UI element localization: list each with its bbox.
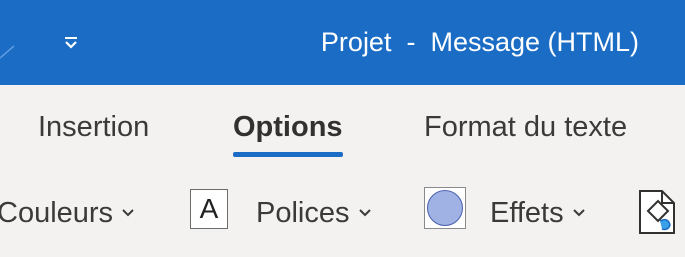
title-bar: Projet - Message (HTML) xyxy=(0,0,685,85)
chevron-down-icon xyxy=(121,208,135,218)
tab-insertion[interactable]: Insertion xyxy=(38,109,149,145)
chevron-down-icon xyxy=(572,208,586,218)
colors-dropdown[interactable]: Couleurs xyxy=(0,193,135,233)
active-tab-indicator xyxy=(233,152,343,157)
window-edge-decoration xyxy=(0,45,15,59)
chevron-down-with-bar-icon xyxy=(65,37,77,49)
tab-options-label: Options xyxy=(233,111,343,143)
font-swatch-icon[interactable]: A xyxy=(190,189,228,229)
fonts-label: Polices xyxy=(256,196,350,229)
customize-quick-access-button[interactable] xyxy=(56,28,86,58)
tab-options[interactable]: Options xyxy=(233,109,343,157)
fonts-dropdown[interactable]: Polices xyxy=(256,193,372,233)
font-swatch-letter: A xyxy=(199,193,219,224)
tab-format-du-texte[interactable]: Format du texte xyxy=(424,109,627,145)
page-color-icon[interactable] xyxy=(634,187,680,237)
ribbon-options-group: Couleurs A Polices Effets xyxy=(0,165,685,257)
window-title: Projet - Message (HTML) xyxy=(320,27,639,57)
effects-label: Effets xyxy=(490,196,564,229)
effects-swatch-icon[interactable] xyxy=(424,187,466,229)
effects-circle xyxy=(427,190,463,226)
chevron-down-icon xyxy=(358,208,372,218)
ribbon-tabs: Insertion Options Format du texte xyxy=(0,85,685,165)
effects-dropdown[interactable]: Effets xyxy=(490,193,586,233)
colors-label: Couleurs xyxy=(0,196,114,229)
